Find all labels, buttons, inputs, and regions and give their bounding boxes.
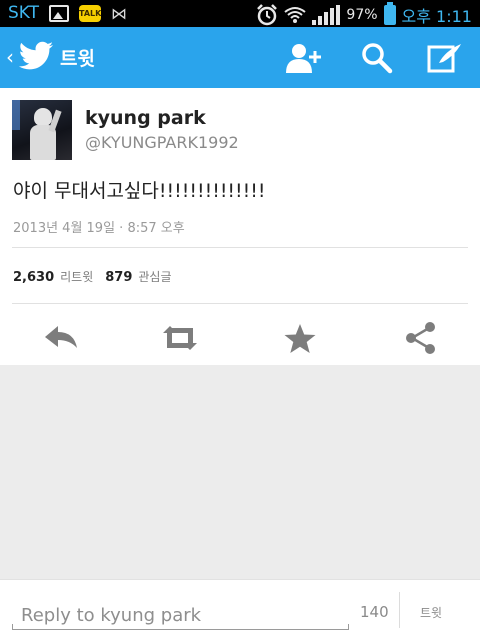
favorite-count[interactable]: 879	[105, 270, 132, 285]
user-handle[interactable]: @KYUNGPARK1992	[85, 133, 239, 152]
tweet-actions	[0, 313, 480, 363]
share-button[interactable]	[402, 321, 440, 355]
clock: 오후 1:11	[401, 7, 472, 26]
add-user-button[interactable]	[284, 41, 324, 75]
divider	[12, 303, 468, 304]
twitter-bird-icon[interactable]	[18, 40, 54, 72]
back-chevron-icon[interactable]: ‹	[6, 45, 14, 69]
alarm-icon	[257, 4, 278, 26]
retweet-label[interactable]: 리트윗	[60, 268, 93, 285]
compose-icon	[427, 44, 461, 73]
share-icon	[406, 322, 435, 354]
divider	[12, 247, 468, 248]
reply-bar: 140 트윗	[0, 579, 480, 640]
carrier-label: SKT	[8, 3, 40, 23]
app-header: ‹ 트윗	[0, 27, 480, 88]
tweet-stats: 2,630 리트윗 879 관심글	[13, 268, 184, 285]
search-button[interactable]	[357, 41, 397, 75]
tweet-card: kyung park @KYUNGPARK1992 야이 무대서고싶다!!!!!…	[0, 88, 480, 365]
battery-icon	[383, 2, 396, 25]
retweet-icon	[163, 326, 197, 350]
retweet-button[interactable]	[161, 321, 199, 355]
favorite-button[interactable]	[281, 321, 319, 355]
wifi-icon	[284, 7, 307, 23]
user-name[interactable]: kyung park	[85, 107, 206, 129]
page-title: 트윗	[60, 48, 95, 70]
reply-button[interactable]	[42, 321, 80, 355]
image-icon	[49, 4, 70, 22]
status-bar-left: SKT TALK ⋈	[8, 3, 127, 23]
status-bar-right: 97% 오후 1:11	[256, 2, 472, 27]
reply-icon	[45, 326, 77, 348]
signal-icon	[312, 5, 341, 25]
tweet-timestamp: 2013년 4월 19일 · 8:57 오후	[13, 221, 185, 236]
add-user-icon	[286, 44, 321, 73]
retweet-count[interactable]: 2,630	[13, 270, 54, 285]
search-icon	[362, 43, 393, 74]
send-tweet-button[interactable]: 트윗	[420, 604, 442, 621]
tweet-text: 야이 무대서고싶다!!!!!!!!!!!!!!	[13, 180, 266, 202]
status-bar: SKT TALK ⋈ 97% 오후 1:11	[0, 0, 480, 27]
kakaotalk-icon: TALK	[79, 4, 101, 22]
favorite-label[interactable]: 관심글	[138, 268, 171, 285]
favorite-icon	[284, 324, 316, 353]
compose-button[interactable]	[425, 41, 465, 75]
divider	[399, 592, 400, 628]
input-underline	[12, 624, 349, 630]
character-counter: 140	[360, 603, 389, 621]
battery-percent: 97%	[346, 7, 378, 23]
bowtie-icon: ⋈	[111, 3, 128, 23]
avatar[interactable]	[12, 100, 72, 160]
